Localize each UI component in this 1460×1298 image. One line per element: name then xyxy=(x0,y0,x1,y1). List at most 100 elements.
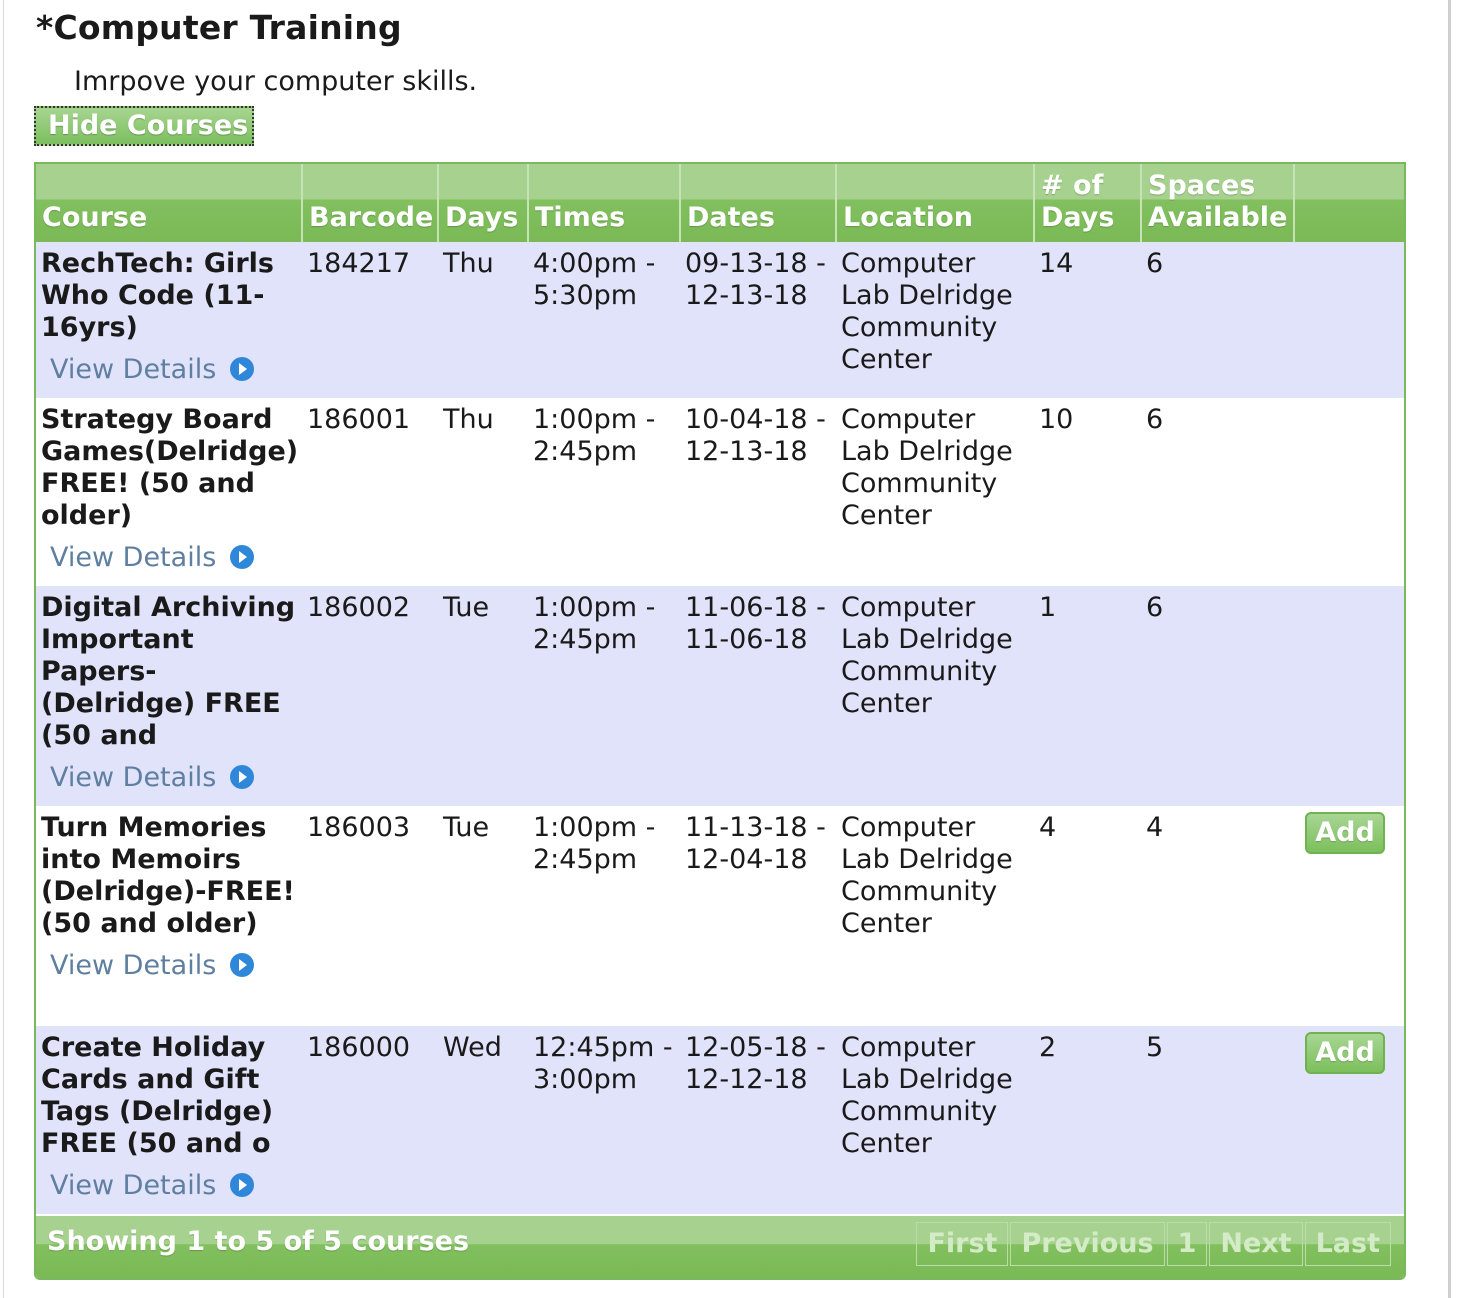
view-details-label[interactable]: View Details xyxy=(50,354,216,385)
num-days-cell: 2 xyxy=(1039,1032,1057,1063)
course-grid: Course Barcode Days Times Dates Location… xyxy=(36,164,1404,1214)
times-cell: 1:00pm -2:45pm xyxy=(528,398,680,586)
location-cell: Computer Lab Delridge Community Center xyxy=(841,404,1013,531)
date-start: 12-05-18 - xyxy=(685,1032,826,1063)
view-details-label[interactable]: View Details xyxy=(50,542,216,573)
circle-play-icon[interactable] xyxy=(230,1173,255,1197)
header-spaces[interactable]: Spaces Available xyxy=(1141,164,1295,242)
spaces-cell: 6 xyxy=(1146,248,1164,279)
pagination: First Previous 1 Next Last xyxy=(914,1222,1391,1266)
course-name: Turn Memories into Memoirs (Delridge)-FR… xyxy=(41,812,295,939)
course-name: Strategy Board Games(Delridge) FREE! (50… xyxy=(41,404,299,531)
header-days[interactable]: Days xyxy=(438,164,529,242)
course-name: Digital Archiving Important Papers-(Delr… xyxy=(41,592,296,751)
days-cell: Wed xyxy=(443,1032,502,1063)
add-course-button[interactable]: Add xyxy=(1305,1032,1385,1074)
view-details-label[interactable]: View Details xyxy=(50,950,216,981)
view-details-link[interactable]: View Details xyxy=(50,542,298,574)
dates-cell: 12-05-18 -12-12-18 xyxy=(680,1026,836,1214)
time-start: 4:00pm - xyxy=(533,248,656,279)
date-end: 11-06-18 xyxy=(685,624,808,655)
date-start: 09-13-18 - xyxy=(685,248,826,279)
add-course-button[interactable]: Add xyxy=(1305,812,1385,854)
date-end: 12-04-18 xyxy=(685,844,808,875)
action-cell xyxy=(1294,586,1404,806)
times-cell: 1:00pm -2:45pm xyxy=(528,806,680,1026)
date-end: 12-13-18 xyxy=(685,280,808,311)
time-start: 1:00pm - xyxy=(533,592,656,623)
action-cell xyxy=(1294,242,1404,398)
location-cell: Computer Lab Delridge Community Center xyxy=(841,1032,1013,1159)
barcode-cell: 184217 xyxy=(307,248,411,279)
section-title: *Computer Training xyxy=(36,8,402,47)
date-start: 11-06-18 - xyxy=(685,592,826,623)
course-cell: Turn Memories into Memoirs (Delridge)-FR… xyxy=(36,806,302,1026)
view-details-label[interactable]: View Details xyxy=(50,762,216,793)
header-times[interactable]: Times xyxy=(528,164,681,242)
time-end: 2:45pm xyxy=(533,844,638,875)
view-details-link[interactable]: View Details xyxy=(50,950,298,982)
pager-first[interactable]: First xyxy=(916,1222,1009,1266)
header-barcode[interactable]: Barcode xyxy=(302,164,439,242)
course-cell: Digital Archiving Important Papers-(Delr… xyxy=(36,586,302,806)
header-course[interactable]: Course xyxy=(36,164,303,242)
table-row: Create Holiday Cards and Gift Tags (Delr… xyxy=(36,1026,1404,1214)
view-details-link[interactable]: View Details xyxy=(50,1170,298,1202)
circle-play-icon[interactable] xyxy=(230,357,255,381)
times-cell: 4:00pm -5:30pm xyxy=(528,242,680,398)
course-cell: Strategy Board Games(Delridge) FREE! (50… xyxy=(36,398,302,586)
dates-cell: 10-04-18 -12-13-18 xyxy=(680,398,836,586)
view-details-label[interactable]: View Details xyxy=(50,1170,216,1201)
time-start: 1:00pm - xyxy=(533,812,656,843)
table-row: Digital Archiving Important Papers-(Delr… xyxy=(36,586,1404,806)
pager-next[interactable]: Next xyxy=(1209,1222,1303,1266)
circle-play-icon[interactable] xyxy=(230,765,255,789)
pager-page-1[interactable]: 1 xyxy=(1166,1222,1208,1266)
date-start: 11-13-18 - xyxy=(685,812,826,843)
spaces-cell: 6 xyxy=(1146,592,1164,623)
barcode-cell: 186002 xyxy=(307,592,411,623)
date-end: 12-13-18 xyxy=(685,436,808,467)
location-cell: Computer Lab Delridge Community Center xyxy=(841,812,1013,939)
time-end: 2:45pm xyxy=(533,624,638,655)
course-name: Create Holiday Cards and Gift Tags (Delr… xyxy=(41,1032,274,1159)
action-cell: Add xyxy=(1294,806,1404,1026)
table-header-row: Course Barcode Days Times Dates Location… xyxy=(36,164,1404,242)
barcode-cell: 186000 xyxy=(307,1032,411,1063)
date-end: 12-12-18 xyxy=(685,1064,808,1095)
course-cell: Create Holiday Cards and Gift Tags (Delr… xyxy=(36,1026,302,1214)
table-footer: Showing 1 to 5 of 5 courses First Previo… xyxy=(36,1216,1404,1278)
barcode-cell: 186001 xyxy=(307,404,411,435)
num-days-cell: 14 xyxy=(1039,248,1074,279)
header-dates[interactable]: Dates xyxy=(680,164,837,242)
showing-count: Showing 1 to 5 of 5 courses xyxy=(47,1226,470,1257)
table-row: Turn Memories into Memoirs (Delridge)-FR… xyxy=(36,806,1404,1026)
header-num-days[interactable]: # of Days xyxy=(1034,164,1142,242)
course-name: RechTech: Girls Who Code (11-16yrs) xyxy=(41,248,274,343)
table-row: Strategy Board Games(Delridge) FREE! (50… xyxy=(36,398,1404,586)
course-table: Course Barcode Days Times Dates Location… xyxy=(34,162,1406,1280)
days-cell: Tue xyxy=(443,592,490,623)
location-cell: Computer Lab Delridge Community Center xyxy=(841,248,1013,375)
days-cell: Thu xyxy=(443,404,494,435)
num-days-cell: 4 xyxy=(1039,812,1057,843)
spaces-cell: 4 xyxy=(1146,812,1164,843)
section-subtitle: Imrpove your computer skills. xyxy=(74,66,478,97)
circle-play-icon[interactable] xyxy=(230,545,255,569)
view-details-link[interactable]: View Details xyxy=(50,354,298,386)
view-details-link[interactable]: View Details xyxy=(50,762,298,794)
dates-cell: 11-13-18 -12-04-18 xyxy=(680,806,836,1026)
spaces-cell: 6 xyxy=(1146,404,1164,435)
hide-courses-button[interactable]: Hide Courses xyxy=(34,106,254,146)
action-cell xyxy=(1294,398,1404,586)
pager-previous[interactable]: Previous xyxy=(1010,1222,1165,1266)
num-days-cell: 10 xyxy=(1039,404,1074,435)
header-location[interactable]: Location xyxy=(836,164,1035,242)
circle-play-icon[interactable] xyxy=(230,953,255,977)
action-cell: Add xyxy=(1294,1026,1404,1214)
header-action xyxy=(1294,164,1404,242)
pager-last[interactable]: Last xyxy=(1304,1222,1391,1266)
times-cell: 12:45pm -3:00pm xyxy=(528,1026,680,1214)
dates-cell: 11-06-18 -11-06-18 xyxy=(680,586,836,806)
time-end: 5:30pm xyxy=(533,280,638,311)
